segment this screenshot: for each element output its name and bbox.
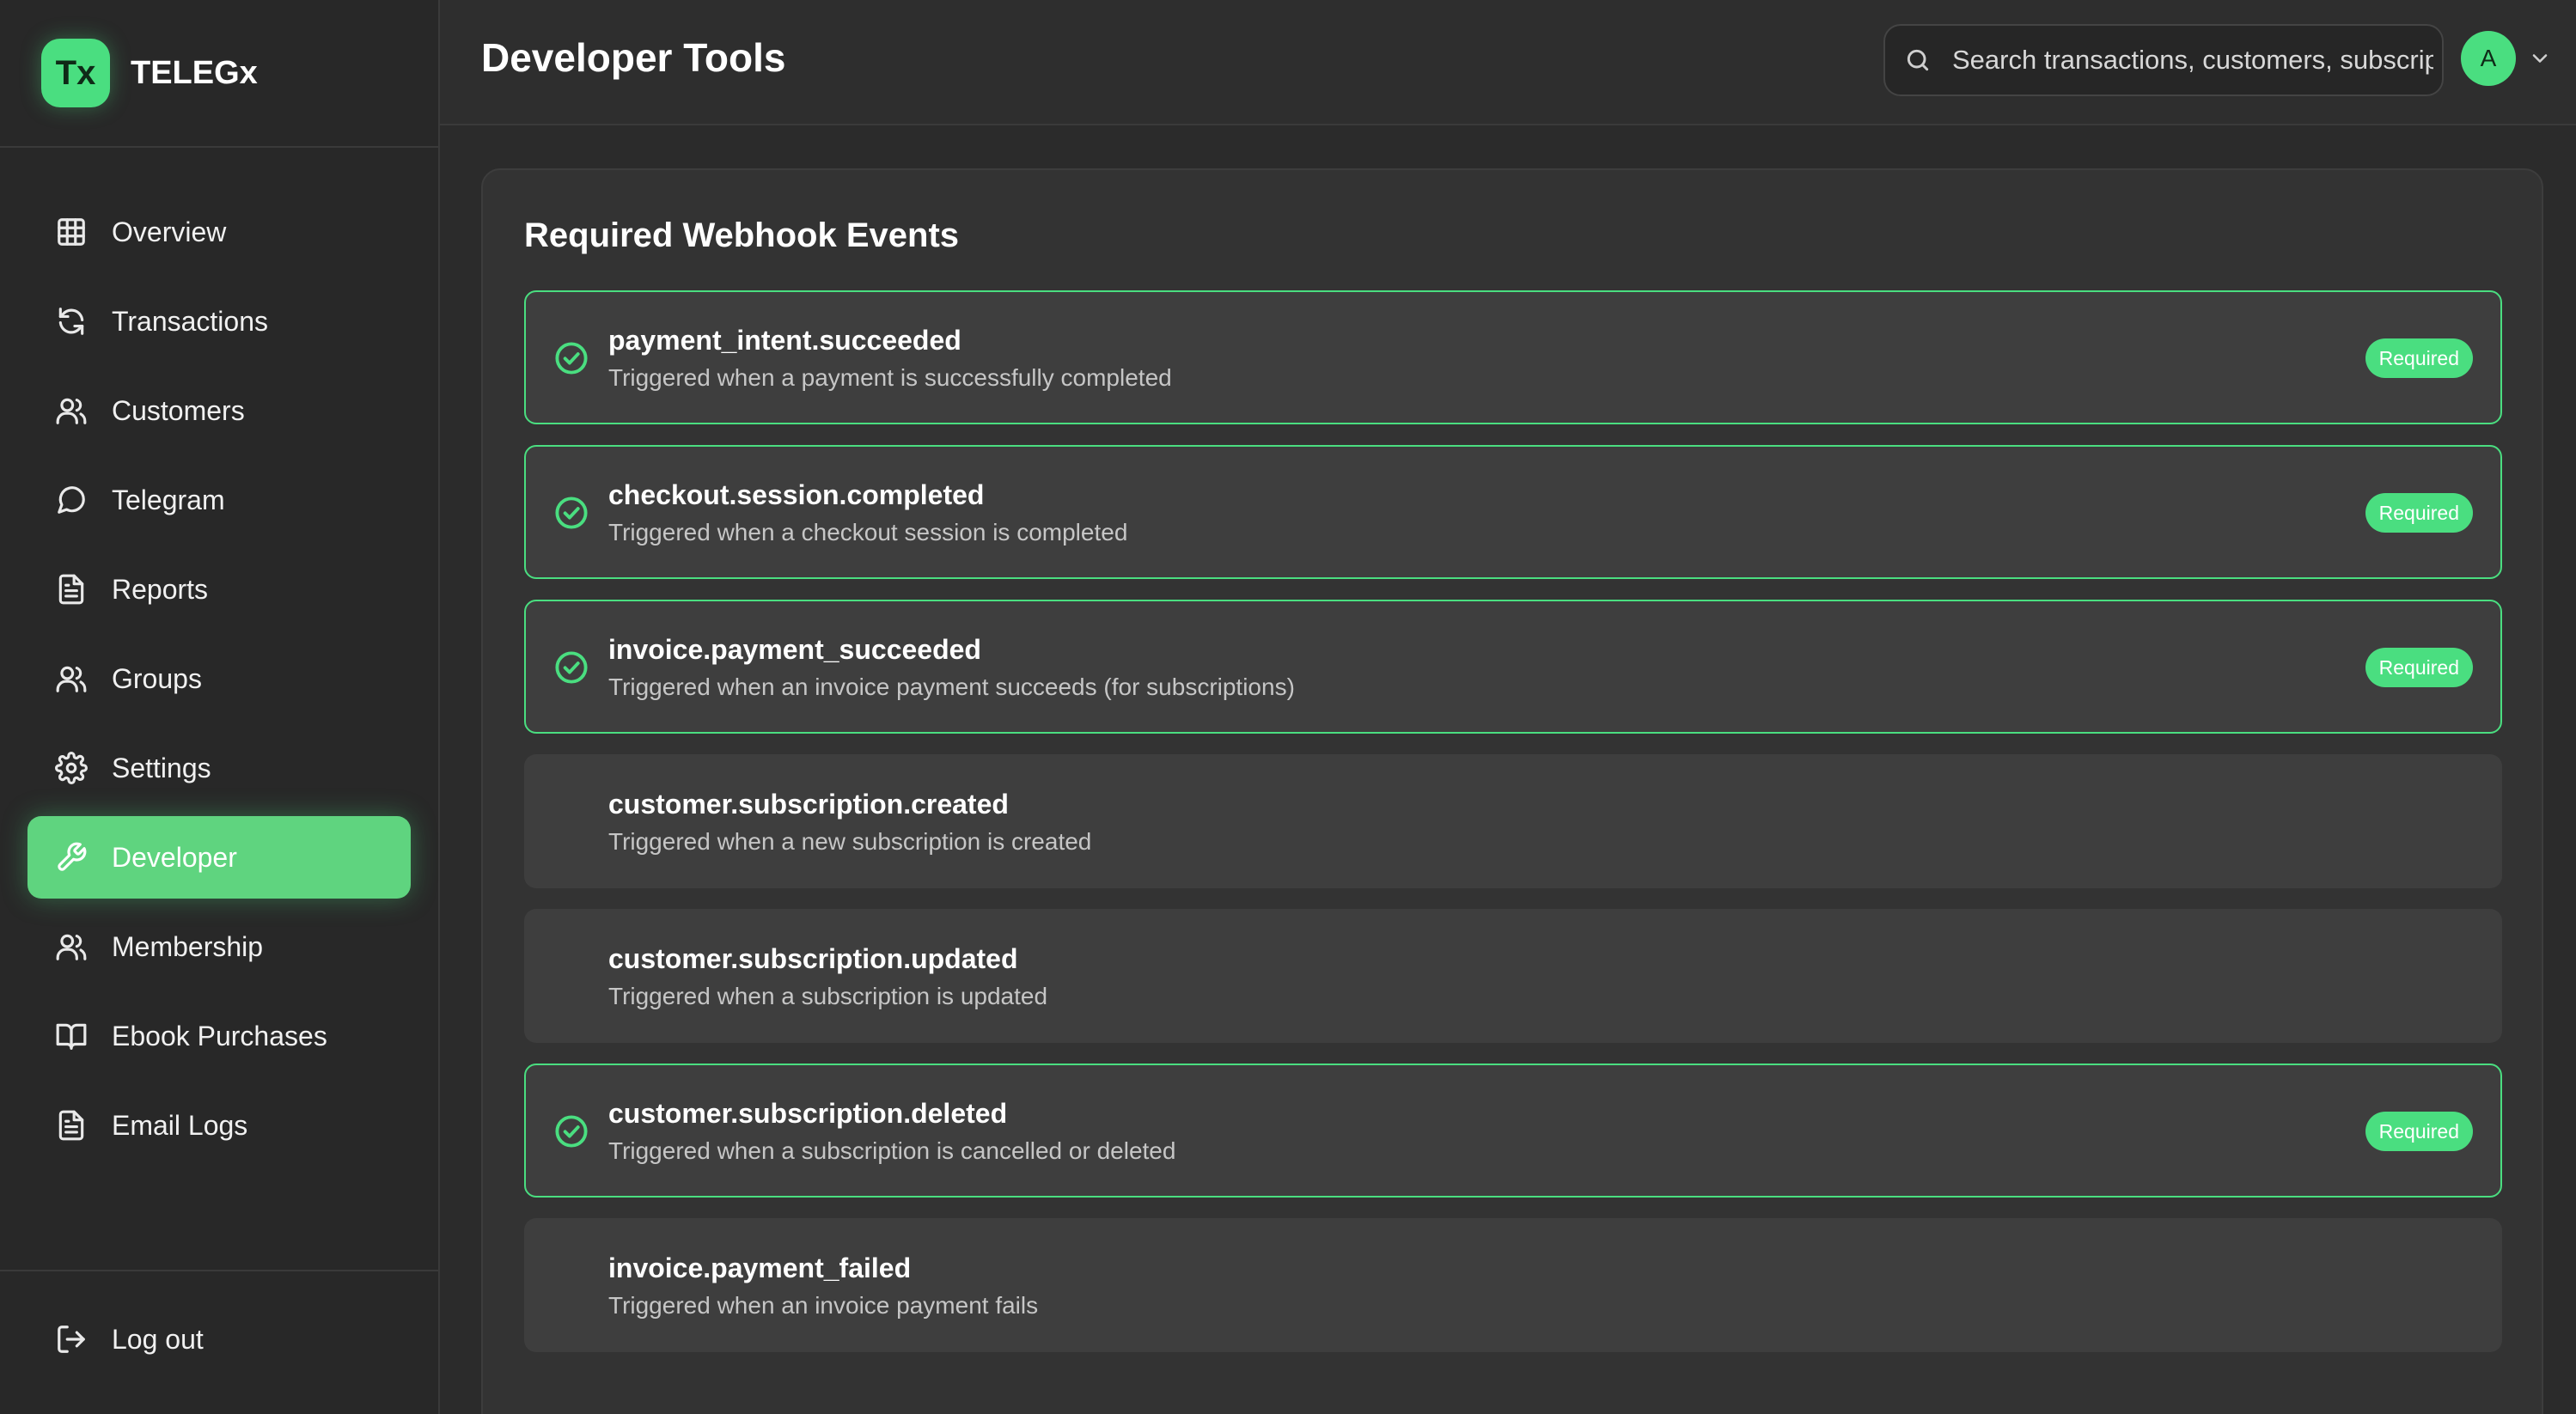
webhook-event-row: customer.subscription.created Triggered w… — [524, 754, 2502, 888]
required-badge: Required — [2365, 338, 2473, 378]
sidebar-item-transactions[interactable]: Transactions — [27, 280, 411, 363]
sidebar-item-label: Transactions — [112, 305, 268, 337]
page-title: Developer Tools — [481, 35, 786, 80]
event-name: checkout.session.completed — [608, 479, 985, 510]
app-root: Tx TELEGx Overview Transactions Customer… — [0, 0, 2576, 1414]
brand: Tx TELEGx — [0, 0, 438, 148]
sidebar-item-label: Ebook Purchases — [112, 1020, 327, 1051]
gear-icon — [55, 752, 88, 784]
sidebar-item-label: Developer — [112, 841, 237, 873]
file-text-icon — [55, 1109, 88, 1142]
sidebar-nav: Overview Transactions Customers Telegram… — [27, 191, 411, 1173]
sidebar-item-customers[interactable]: Customers — [27, 369, 411, 452]
search-icon — [1907, 49, 1929, 71]
sidebar-item-groups[interactable]: Groups — [27, 637, 411, 720]
required-badge: Required — [2365, 1112, 2473, 1151]
event-description: Triggered when a subscription is updated — [608, 983, 1048, 1009]
event-description: Triggered when an invoice payment succee… — [608, 673, 1295, 700]
sidebar-item-developer[interactable]: Developer — [27, 816, 411, 899]
event-name: customer.subscription.created — [608, 789, 1009, 820]
event-name: invoice.payment_succeeded — [608, 634, 981, 665]
file-text-icon — [55, 573, 88, 606]
sidebar-item-reports[interactable]: Reports — [27, 548, 411, 631]
event-description: Triggered when a subscription is cancell… — [608, 1137, 1176, 1164]
users-icon — [55, 662, 88, 695]
users-icon — [55, 394, 88, 427]
grid-icon — [55, 216, 88, 248]
brand-name: TELEGx — [131, 54, 258, 91]
sidebar-item-settings[interactable]: Settings — [27, 727, 411, 809]
required-badge: Required — [2365, 648, 2473, 687]
sidebar-item-label: Reports — [112, 573, 209, 605]
webhook-event-row: invoice.payment_succeeded Triggered when … — [524, 600, 2502, 734]
search-box[interactable] — [1883, 24, 2444, 96]
top-header: Developer Tools A — [440, 0, 2576, 125]
required-badge: Required — [2365, 493, 2473, 533]
book-open-icon — [55, 1020, 88, 1052]
sidebar-footer: Log out — [0, 1270, 438, 1414]
refresh-icon — [55, 305, 88, 338]
sidebar-item-label: Telegram — [112, 484, 225, 515]
sidebar-item-ebook-purchases[interactable]: Ebook Purchases — [27, 995, 411, 1077]
logout-label: Log out — [112, 1323, 204, 1355]
sidebar-item-label: Groups — [112, 662, 202, 694]
brand-logo: Tx — [41, 39, 110, 107]
check-circle-icon — [553, 649, 589, 686]
check-circle-icon — [553, 1113, 589, 1149]
check-circle-icon — [553, 495, 589, 531]
event-description: Triggered when a payment is successfully… — [608, 364, 1172, 391]
sidebar-item-label: Settings — [112, 752, 211, 783]
sidebar-item-label: Customers — [112, 394, 245, 426]
webhook-events-card: Required Webhook Events payment_intent.s… — [481, 168, 2543, 1414]
webhook-event-list: payment_intent.succeeded Triggered when a… — [524, 290, 2502, 1373]
sidebar: Tx TELEGx Overview Transactions Customer… — [0, 0, 440, 1414]
event-name: customer.subscription.deleted — [608, 1098, 1008, 1129]
message-circle-icon — [55, 484, 88, 516]
sidebar-item-label: Overview — [112, 216, 227, 247]
check-circle-icon — [553, 340, 589, 376]
users-icon — [55, 930, 88, 963]
event-description: Triggered when an invoice payment fails — [608, 1292, 1039, 1319]
webhook-event-row: checkout.session.completed Triggered when… — [524, 445, 2502, 579]
sidebar-item-label: Membership — [112, 930, 264, 962]
avatar[interactable]: A — [2461, 31, 2516, 86]
sidebar-item-membership[interactable]: Membership — [27, 905, 411, 988]
chevron-down-icon[interactable] — [2528, 46, 2552, 70]
event-description: Triggered when a checkout session is com… — [608, 519, 1128, 545]
card-title: Required Webhook Events — [524, 216, 960, 254]
webhook-event-row: customer.subscription.updated Triggered w… — [524, 909, 2502, 1043]
sidebar-item-email-logs[interactable]: Email Logs — [27, 1084, 411, 1167]
event-name: payment_intent.succeeded — [608, 325, 961, 356]
event-name: customer.subscription.updated — [608, 943, 1018, 974]
webhook-event-row: invoice.payment_failed Triggered when an … — [524, 1218, 2502, 1352]
webhook-event-row: customer.subscription.deleted Triggered w… — [524, 1064, 2502, 1198]
sidebar-item-overview[interactable]: Overview — [27, 191, 411, 273]
webhook-event-row: payment_intent.succeeded Triggered when a… — [524, 290, 2502, 424]
sidebar-item-telegram[interactable]: Telegram — [27, 459, 411, 541]
wrench-icon — [55, 841, 88, 874]
event-name: invoice.payment_failed — [608, 1252, 912, 1283]
logout-button[interactable]: Log out — [55, 1323, 204, 1356]
search-input[interactable] — [1952, 45, 2433, 76]
event-description: Triggered when a new subscription is cre… — [608, 828, 1092, 855]
log-out-icon — [58, 1326, 85, 1353]
sidebar-item-label: Email Logs — [112, 1109, 248, 1141]
